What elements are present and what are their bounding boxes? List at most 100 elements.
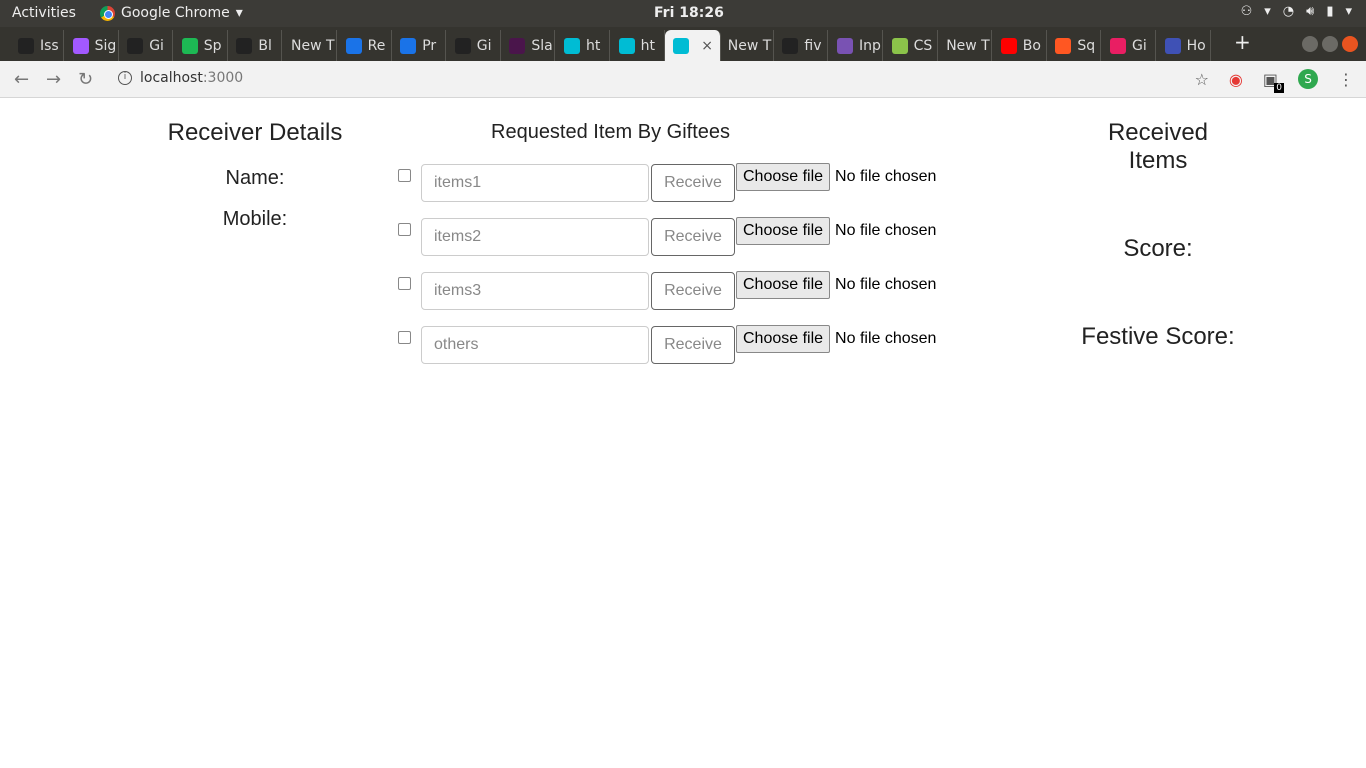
item-input[interactable]: items3 [421,272,649,310]
file-input[interactable]: Choose file No file chosen [736,271,936,299]
browser-tab[interactable]: Sp [174,30,228,61]
close-tab-icon[interactable]: × [701,38,713,54]
browser-tab[interactable]: Bo [993,30,1047,61]
tab-label: Sla [531,37,553,54]
tab-strip: Iss Sig Gi Sp Bl New T Re Pr Gi Sla ht ht × New T fiv I… [0,27,1366,61]
extension-icon[interactable]: ◉ [1229,70,1243,89]
tab-favicon-icon [782,37,799,54]
reload-icon[interactable]: ↻ [78,69,93,90]
tab-label: Gi [1132,37,1147,54]
received-title: Received Items [1058,119,1258,175]
item-input[interactable]: items2 [421,218,649,256]
tab-label: Bl [258,37,272,54]
receiver-title: Receiver Details [167,119,343,146]
browser-toolbar: ← → ↻ i localhost:3000 ☆ ◉ ▣ 0 S ⋮ [0,61,1366,98]
choose-file-button[interactable]: Choose file [736,217,831,245]
browser-tab[interactable]: Re [338,30,392,61]
browser-tab[interactable]: fiv [774,30,829,61]
browser-tab[interactable]: ht [556,30,610,61]
tab-label: Gi [476,37,492,54]
tab-favicon-icon [345,37,362,54]
browser-tab[interactable]: ht [611,30,665,61]
file-input[interactable]: Choose file No file chosen [736,217,936,245]
browser-tab[interactable]: Gi [447,30,501,61]
tab-label: Bo [1022,37,1041,54]
receive-button[interactable]: Receive [651,218,735,256]
chevron-down-icon: ▾ [1264,4,1271,19]
app-menu[interactable]: Google Chrome ▾ [100,5,243,21]
score-label: Score: [1123,235,1193,262]
browser-tab[interactable]: Gi [119,30,174,61]
close-window-button[interactable] [1342,36,1358,52]
tab-favicon-icon [181,37,198,54]
file-status: No file chosen [835,276,937,293]
browser-tab[interactable]: New T [938,30,993,61]
browser-tab[interactable]: New T [720,30,774,61]
info-icon[interactable]: i [118,71,132,85]
clock[interactable]: Fri 18:26 [654,5,724,21]
browser-tab[interactable]: Sq [1047,30,1102,61]
chevron-down-icon: ▾ [1345,4,1352,19]
forward-arrow-icon[interactable]: → [46,69,61,90]
system-tray[interactable]: ⚇ ▾ ◔ 🔊︎ ▮ ▾ [1241,4,1352,19]
tab-label: Inp [859,37,881,54]
item-checkbox[interactable] [398,169,411,182]
tab-favicon-icon [837,37,853,54]
extension-badge-icon[interactable]: ▣ 0 [1263,70,1284,93]
tab-favicon-icon [72,37,89,54]
choose-file-button[interactable]: Choose file [736,325,831,353]
tab-favicon-icon [1110,37,1126,54]
tab-label: Iss [40,37,59,54]
receive-button[interactable]: Receive [651,272,735,310]
browser-tab[interactable]: Sig [65,30,119,61]
minimize-button[interactable] [1302,36,1318,52]
file-input[interactable]: Choose file No file chosen [736,163,936,191]
receive-button[interactable]: Receive [651,164,735,202]
menu-icon[interactable]: ⋮ [1338,70,1354,89]
browser-tab[interactable]: Ho [1157,30,1211,61]
chevron-down-icon: ▾ [235,5,243,21]
browser-tab[interactable]: Pr [392,30,447,61]
browser-tab[interactable]: Gi [1102,30,1156,61]
tab-favicon-icon [236,37,253,54]
browser-tab[interactable]: CS [884,30,938,61]
browser-tab[interactable]: Iss [10,30,64,61]
address-bar[interactable]: i localhost:3000 [118,70,243,86]
window-controls [1302,36,1358,52]
chrome-icon [100,5,115,21]
browser-tab[interactable]: Sla [501,30,556,61]
item-checkbox[interactable] [398,331,411,344]
browser-tab[interactable]: Inp [829,30,883,61]
choose-file-button[interactable]: Choose file [736,271,831,299]
tab-favicon-icon [618,37,635,54]
receiver-details-section: Receiver Details Name: Mobile: [150,119,360,231]
avatar[interactable]: S [1298,69,1318,89]
toolbar-actions: ☆ ◉ ▣ 0 S ⋮ [1195,69,1354,93]
item-checkbox[interactable] [398,223,411,236]
maximize-button[interactable] [1322,36,1338,52]
accessibility-icon[interactable]: ⚇ [1241,4,1253,19]
system-top-bar: Activities Google Chrome ▾ Fri 18:26 ⚇ ▾… [0,0,1366,27]
new-tab-button[interactable]: + [1234,30,1251,54]
tab-label: CS [913,37,933,54]
receive-button[interactable]: Receive [651,326,735,364]
choose-file-button[interactable]: Choose file [736,163,831,191]
browser-tab[interactable]: New T [283,30,337,61]
tab-favicon-icon [400,37,417,54]
back-arrow-icon[interactable]: ← [14,69,29,90]
browser-tab[interactable]: Bl [228,30,283,61]
tab-label: Sq [1077,37,1096,54]
tab-label: Sig [94,37,117,54]
item-checkbox[interactable] [398,277,411,290]
extension-badge-count: 0 [1274,82,1284,93]
item-input[interactable]: others [421,326,649,364]
file-input[interactable]: Choose file No file chosen [736,325,936,353]
bookmark-star-icon[interactable]: ☆ [1195,70,1209,89]
tab-label: Sp [203,37,222,54]
url-port: :3000 [202,70,244,86]
tab-label: fiv [804,37,822,54]
item-input[interactable]: items1 [421,164,649,202]
tab-favicon-icon [127,37,144,54]
activities-button[interactable]: Activities [12,5,76,21]
browser-tab[interactable]: × [665,30,722,61]
